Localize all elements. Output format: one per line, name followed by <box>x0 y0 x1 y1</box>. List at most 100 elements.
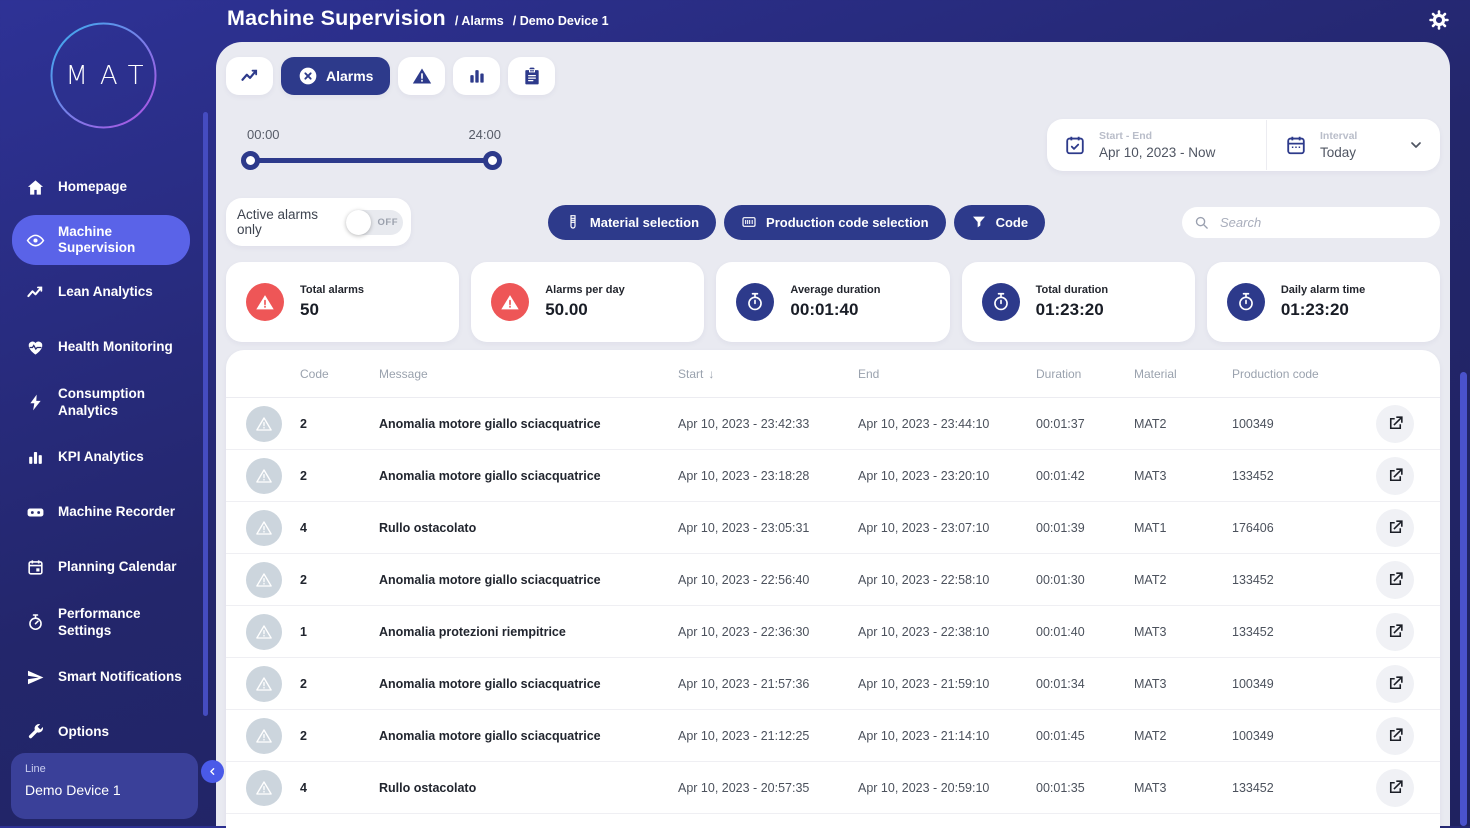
cell-end: Apr 10, 2023 - 20:59:10 <box>858 780 990 795</box>
cell-end: Apr 10, 2023 - 23:20:10 <box>858 468 990 483</box>
table-row[interactable]: 2 Anomalia motore giallo sciacquatrice A… <box>226 710 1440 762</box>
open-alarm-button[interactable] <box>1376 508 1414 547</box>
material-selection-button[interactable]: Material selection <box>547 204 717 240</box>
open-alarm-button[interactable] <box>1376 716 1414 755</box>
open-alarm-button[interactable] <box>1376 612 1414 651</box>
cell-production-code: 133452 <box>1232 572 1274 587</box>
calendar-check-icon <box>1064 134 1086 156</box>
column-header-material[interactable]: Material <box>1134 367 1232 381</box>
alarm-avatar <box>246 561 282 598</box>
heart-icon <box>26 338 45 357</box>
wrench-icon <box>26 723 45 742</box>
slider-handle-start[interactable] <box>241 151 260 170</box>
date-range-selector[interactable]: Start - End Apr 10, 2023 - Now <box>1047 130 1266 160</box>
sidebar-item-consumption-analytics[interactable]: Consumption Analytics <box>0 375 207 430</box>
cell-production-code: 133452 <box>1232 624 1274 639</box>
stat-card: Total duration 01:23:20 <box>961 262 1195 342</box>
open-alarm-button[interactable] <box>1376 404 1414 443</box>
time-range-slider: 00:00 24:00 <box>241 119 515 170</box>
stat-card: Average duration 00:01:40 <box>716 262 950 342</box>
bolt-icon <box>26 393 45 412</box>
table-header: Code Message Start ↓ End Duration Materia… <box>226 350 1440 398</box>
table-row[interactable]: 1 Anomalia protezioni riempitrice Apr 10… <box>226 606 1440 658</box>
active-alarms-toggle[interactable]: OFF <box>345 209 403 235</box>
cell-message: Anomalia motore giallo sciacquatrice <box>379 728 601 743</box>
tab-statistics[interactable] <box>453 57 501 95</box>
table-row[interactable]: 4 Rullo ostacolato Apr 10, 2023 - 23:05:… <box>226 502 1440 554</box>
sidebar-item-performance-settings[interactable]: Performance Settings <box>0 595 207 650</box>
cell-duration: 00:01:45 <box>1036 728 1085 743</box>
cell-duration: 00:01:34 <box>1036 676 1085 691</box>
device-selector[interactable]: Line Demo Device 1 <box>11 753 198 819</box>
settings-button[interactable] <box>1428 9 1450 31</box>
cell-production-code: 100349 <box>1232 416 1274 431</box>
open-alarm-button[interactable] <box>1376 664 1414 703</box>
stat-label: Total duration <box>1035 284 1109 296</box>
cell-code: 4 <box>300 780 307 795</box>
sidebar-item-label: Smart Notifications <box>58 669 182 685</box>
cell-start: Apr 10, 2023 - 20:57:35 <box>678 780 810 795</box>
cell-material: MAT2 <box>1134 572 1167 587</box>
chevron-down-icon <box>1408 137 1424 153</box>
cell-end: Apr 10, 2023 - 21:59:10 <box>858 676 990 691</box>
tab-warnings[interactable] <box>398 57 446 95</box>
cell-production-code: 176406 <box>1232 520 1274 535</box>
column-header-message[interactable]: Message <box>379 367 678 381</box>
cell-code: 2 <box>300 572 307 587</box>
sidebar-item-options[interactable]: Options <box>0 705 207 760</box>
cell-end: Apr 10, 2023 - 22:58:10 <box>858 572 990 587</box>
sidebar-collapse-button[interactable] <box>201 760 224 783</box>
table-row[interactable]: 2 Anomalia motore giallo sciacquatrice A… <box>226 554 1440 606</box>
tab-alarms[interactable]: Alarms <box>281 57 391 95</box>
table-row[interactable]: 2 Anomalia motore giallo sciacquatrice A… <box>226 450 1440 502</box>
alarm-avatar <box>246 405 282 442</box>
table-row[interactable]: 2 Anomalia motore giallo sciacquatrice A… <box>226 398 1440 450</box>
production-code-selection-button[interactable]: Production code selection <box>724 204 946 240</box>
sidebar-item-label: KPI Analytics <box>58 449 144 465</box>
interval-selector[interactable]: Interval Today <box>1267 130 1440 160</box>
column-header-start[interactable]: Start ↓ <box>678 367 858 381</box>
stat-value: 50.00 <box>545 300 588 319</box>
sidebar-item-homepage[interactable]: Homepage <box>0 160 207 215</box>
sidebar-item-machine-supervision[interactable]: Machine Supervision <box>12 215 190 265</box>
stat-card: Alarms per day 50.00 <box>471 262 705 342</box>
chevron-left-icon <box>207 766 218 777</box>
launch-icon <box>1386 674 1405 693</box>
cell-message: Anomalia motore giallo sciacquatrice <box>379 572 601 587</box>
cell-duration: 00:01:39 <box>1036 520 1085 535</box>
stat-value: 01:23:20 <box>1280 300 1349 319</box>
column-header-production-code[interactable]: Production code <box>1232 367 1372 381</box>
sidebar-item-lean-analytics[interactable]: Lean Analytics <box>0 265 207 320</box>
sidebar-item-health-monitoring[interactable]: Health Monitoring <box>0 320 207 375</box>
cell-message: Anomalia motore giallo sciacquatrice <box>379 676 601 691</box>
alarm-avatar <box>246 509 282 546</box>
sidebar-nav: Homepage Machine Supervision Lean Analyt… <box>0 160 207 760</box>
sidebar-item-kpi-analytics[interactable]: KPI Analytics <box>0 430 207 485</box>
open-alarm-button[interactable] <box>1376 768 1414 807</box>
launch-icon <box>1386 570 1405 589</box>
stats-row: Total alarms 50 Alarms per day 50.00 Ave… <box>226 262 1441 342</box>
sidebar-item-planning-calendar[interactable]: Planning Calendar <box>0 540 207 595</box>
code-filter-button[interactable]: Code <box>953 204 1046 240</box>
sidebar-item-machine-recorder[interactable]: Machine Recorder <box>0 485 207 540</box>
open-alarm-button[interactable] <box>1376 560 1414 599</box>
column-header-duration[interactable]: Duration <box>1036 367 1134 381</box>
page-scrollbar[interactable] <box>1460 372 1467 826</box>
table-row[interactable]: 2 Anomalia motore giallo sciacquatrice A… <box>226 658 1440 710</box>
table-row[interactable]: 4 Rullo ostacolato Apr 10, 2023 - 20:57:… <box>226 762 1440 814</box>
cell-start: Apr 10, 2023 - 23:42:33 <box>678 416 810 431</box>
column-header-code[interactable]: Code <box>300 367 379 381</box>
cell-material: MAT3 <box>1134 468 1167 483</box>
open-alarm-button[interactable] <box>1376 456 1414 495</box>
slider-handle-end[interactable] <box>483 151 502 170</box>
cell-start: Apr 10, 2023 - 23:05:31 <box>678 520 810 535</box>
column-header-end[interactable]: End <box>858 367 1036 381</box>
search-input[interactable] <box>1217 213 1428 231</box>
stat-value: 00:01:40 <box>790 300 859 319</box>
cell-code: 2 <box>300 676 307 691</box>
tab-trends[interactable] <box>226 57 273 95</box>
tab-report[interactable] <box>508 57 556 95</box>
sidebar-item-smart-notifications[interactable]: Smart Notifications <box>0 650 207 705</box>
sidebar-scrollbar[interactable] <box>203 112 208 716</box>
timer-icon <box>736 283 775 321</box>
